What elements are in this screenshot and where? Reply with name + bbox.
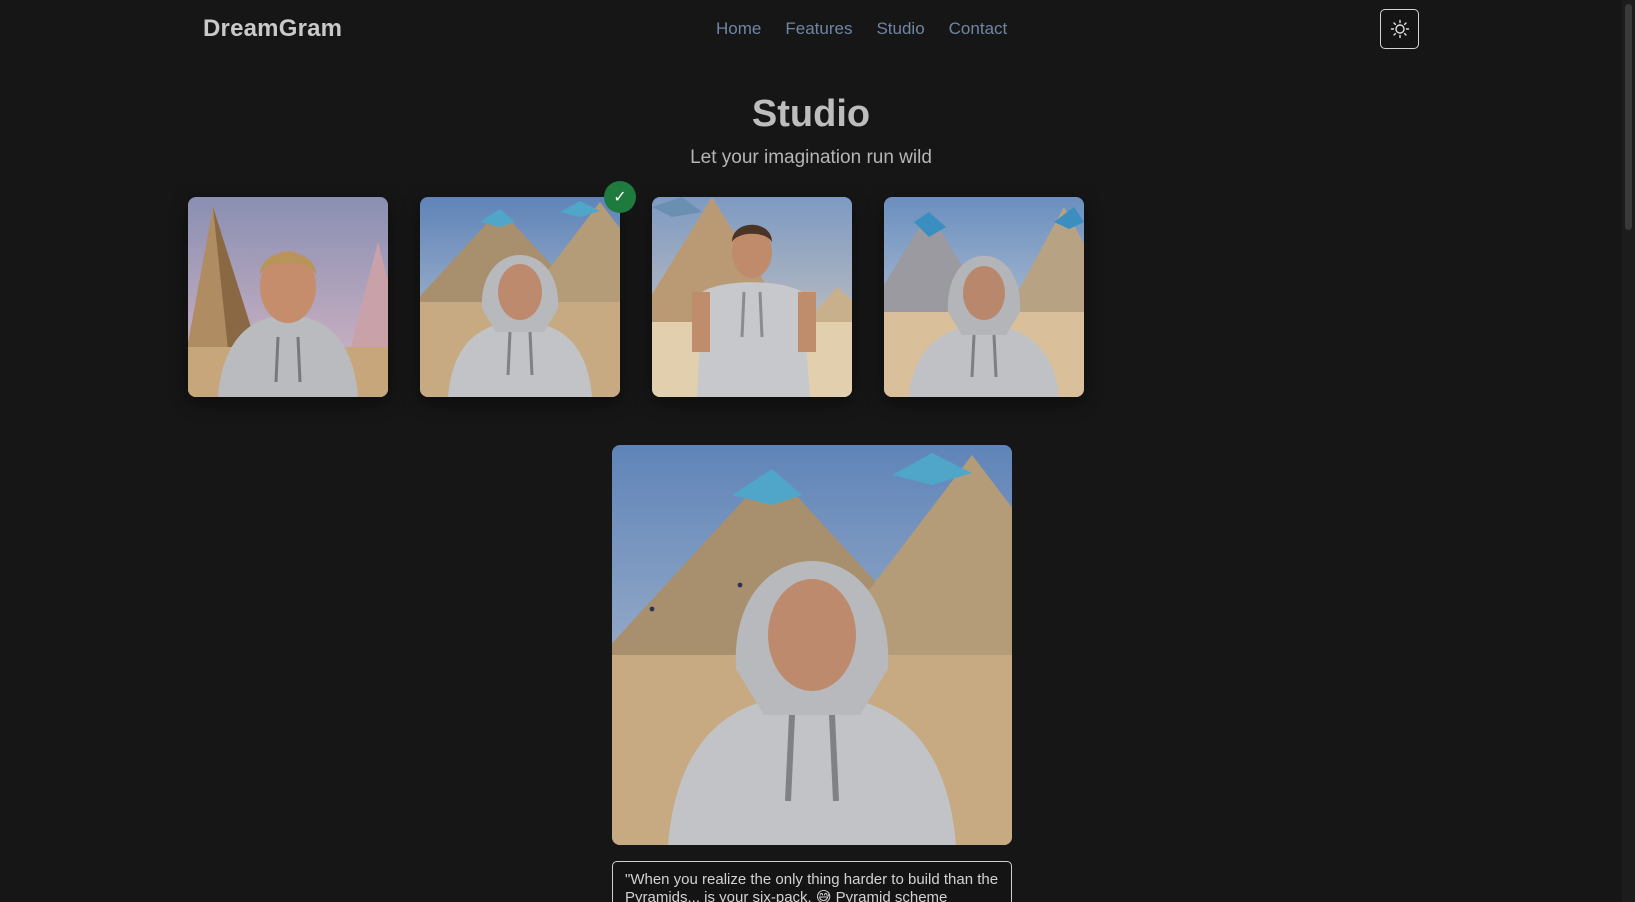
thumbnail-image-2[interactable] [420, 197, 620, 397]
vertical-scrollbar[interactable] [1622, 0, 1635, 902]
sun-icon [1390, 19, 1409, 39]
photo-man-hood-up-pyramids-large [612, 445, 1012, 845]
thumbnail-image-3[interactable] [652, 197, 852, 397]
thumbnail-image-4[interactable] [884, 197, 1084, 397]
generated-images-gallery [188, 197, 1088, 397]
theme-toggle-button[interactable] [1380, 9, 1419, 49]
main-nav: Home Features Studio Contact [716, 19, 1007, 39]
page: DreamGram Home Features Studio Contact S… [0, 0, 1635, 902]
nav-link-home[interactable]: Home [716, 19, 761, 39]
nav-link-features[interactable]: Features [785, 19, 852, 39]
nav-link-contact[interactable]: Contact [949, 19, 1008, 39]
photo-man-hoodie-pyramids [188, 197, 388, 397]
photo-man-tshirt-pyramid [652, 197, 852, 397]
top-navbar: DreamGram Home Features Studio Contact [0, 0, 1622, 60]
selected-image-preview[interactable] [612, 445, 1012, 845]
thumbnail-image-1[interactable] [188, 197, 388, 397]
page-subtitle: Let your imagination run wild [690, 147, 932, 168]
brand-logo[interactable]: DreamGram [203, 15, 342, 43]
caption-textbox[interactable]: "When you realize the only thing harder … [612, 861, 1012, 902]
photo-man-hood-up-pyramids [420, 197, 620, 397]
scrollbar-thumb[interactable] [1625, 4, 1632, 230]
page-title: Studio [751, 93, 871, 135]
selected-check-icon: ✓ [604, 181, 636, 213]
nav-link-studio[interactable]: Studio [876, 19, 924, 39]
photo-man-hood-up-pyramids-alt [884, 197, 1084, 397]
